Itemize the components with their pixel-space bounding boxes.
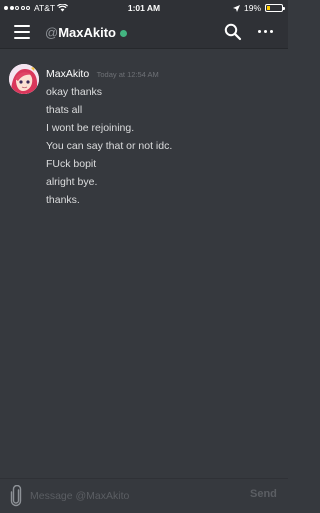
message-line: You can say that or not idc. (46, 140, 173, 152)
send-button[interactable]: Send (250, 488, 277, 500)
message-header: MaxAkito Today at 12:54 AM (46, 64, 159, 82)
dm-username: MaxAkito (58, 25, 116, 40)
status-bar: AT&T 1:01 AM 19% (0, 0, 288, 16)
avatar-image (9, 64, 39, 94)
message-input[interactable] (30, 486, 230, 506)
dm-title: @ MaxAkito (45, 25, 127, 40)
message-line: FUck bopit (46, 158, 97, 170)
battery-level (267, 6, 270, 10)
message-line: I wont be rejoining. (46, 122, 135, 134)
avatar[interactable] (9, 64, 39, 94)
status-bar-right: 19% (232, 3, 285, 13)
message-line: okay thanks (46, 86, 103, 98)
location-arrow-icon (232, 4, 240, 12)
message-line: alright bye. (46, 176, 98, 188)
online-status-indicator (120, 29, 127, 37)
message-author[interactable]: MaxAkito (46, 68, 89, 80)
hamburger-menu-icon[interactable] (14, 25, 30, 39)
message-lines: okay thanks thats all I wont be rejoinin… (46, 83, 172, 209)
message-composer: Send (0, 478, 288, 513)
at-symbol: @ (45, 25, 59, 40)
channel-header: @ MaxAkito (0, 16, 288, 49)
message-line: thats all (46, 104, 83, 116)
search-icon[interactable] (224, 23, 242, 41)
more-options-icon[interactable] (258, 30, 273, 33)
battery-icon (265, 4, 285, 12)
message-timestamp: Today at 12:54 AM (96, 70, 159, 79)
battery-percent: 19% (243, 3, 261, 13)
paperclip-icon[interactable] (9, 485, 23, 507)
message-line: thanks. (46, 194, 80, 206)
